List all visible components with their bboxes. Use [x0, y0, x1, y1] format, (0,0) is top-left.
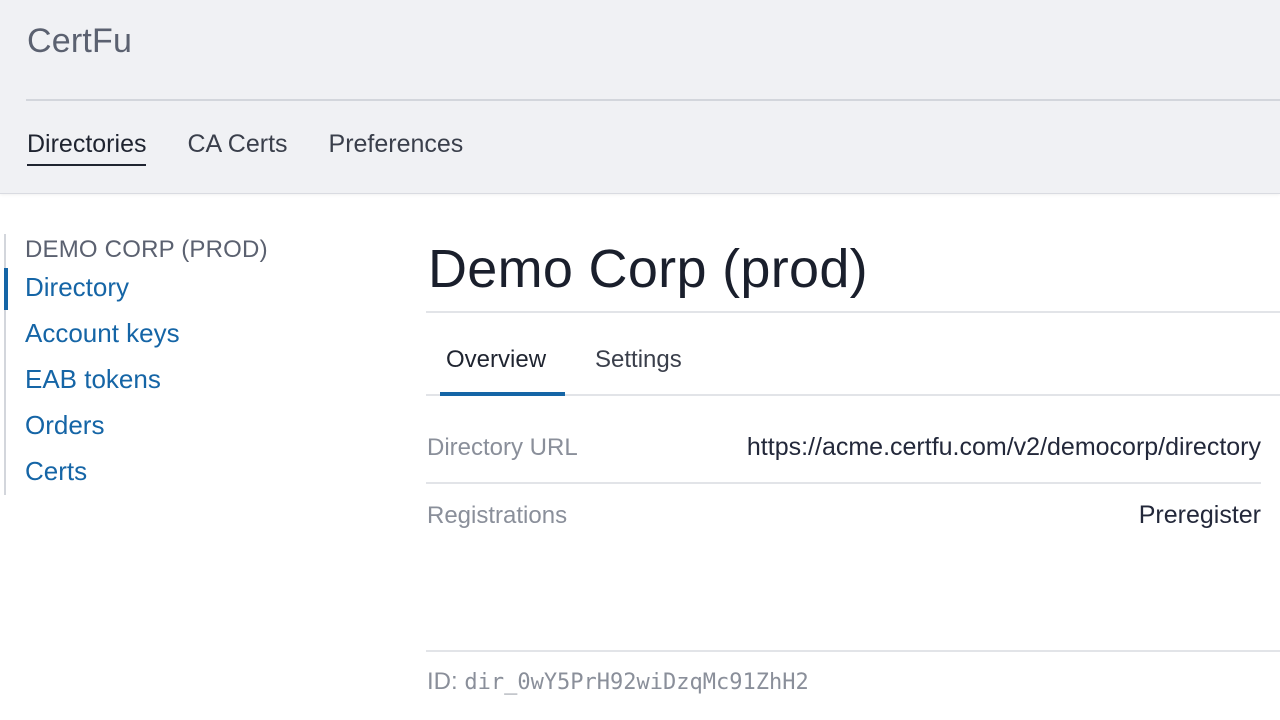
- sidebar-item-account-keys[interactable]: Account keys: [25, 318, 180, 349]
- sidebar: DEMO CORP (PROD) Directory Account keys …: [3, 234, 344, 495]
- registrations-value: Preregister: [1138, 501, 1261, 529]
- footer-divider: [426, 650, 1280, 652]
- row-divider: [426, 482, 1261, 484]
- tab-overview[interactable]: Overview: [440, 346, 552, 374]
- nav-item-directories[interactable]: Directories: [27, 130, 147, 166]
- sidebar-item-certs[interactable]: Certs: [25, 456, 87, 487]
- nav-item-preferences[interactable]: Preferences: [329, 130, 464, 166]
- sidebar-item-directory[interactable]: Directory: [3, 268, 129, 310]
- id-value[interactable]: dir_0wY5PrH92wiDzqMc91ZhH2: [464, 670, 808, 695]
- sidebar-item-eab-tokens[interactable]: EAB tokens: [25, 364, 161, 395]
- top-header: CertFu Directories CA Certs Preferences: [0, 0, 1280, 194]
- id-label: ID:: [427, 668, 458, 695]
- sidebar-heading: DEMO CORP (PROD): [25, 236, 268, 263]
- title-divider: [426, 311, 1280, 313]
- directory-url-value[interactable]: https://acme.certfu.com/v2/democorp/dire…: [747, 433, 1261, 462]
- sidebar-item-orders[interactable]: Orders: [25, 410, 104, 441]
- page-title: Demo Corp (prod): [428, 239, 868, 299]
- main-nav: Directories CA Certs Preferences: [27, 130, 504, 166]
- directory-url-label: Directory URL: [427, 434, 578, 461]
- tab-settings[interactable]: Settings: [589, 346, 688, 374]
- tab-bar: Overview Settings: [440, 346, 725, 374]
- active-tab-indicator: [440, 392, 565, 396]
- registrations-label: Registrations: [427, 502, 568, 529]
- header-divider: [26, 99, 1280, 101]
- nav-item-ca-certs[interactable]: CA Certs: [187, 130, 287, 166]
- directory-id: ID: dir_0wY5PrH92wiDzqMc91ZhH2: [427, 668, 809, 696]
- app-title: CertFu: [27, 22, 133, 60]
